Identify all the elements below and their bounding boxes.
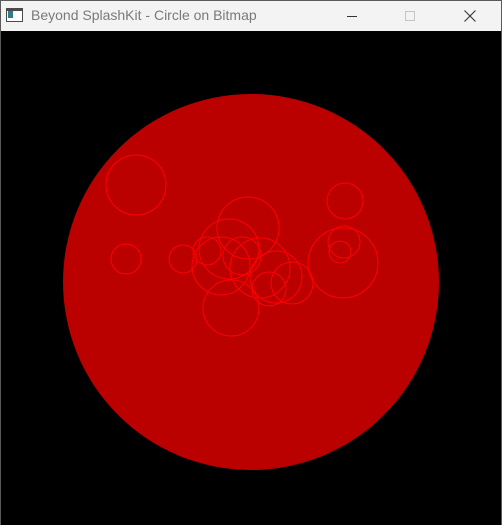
close-button[interactable] (447, 1, 493, 31)
maximize-button (387, 1, 433, 31)
app-window: Beyond SplashKit - Circle on Bitmap (0, 0, 502, 525)
drawing-canvas[interactable] (1, 31, 501, 525)
title-bar[interactable]: Beyond SplashKit - Circle on Bitmap (1, 1, 501, 31)
app-window-icon (6, 8, 23, 22)
minimize-button[interactable] (329, 1, 375, 31)
main-filled-circle (63, 94, 439, 470)
maximize-icon (405, 11, 415, 21)
minimize-icon (347, 15, 357, 17)
canvas-drawing (63, 94, 439, 470)
window-title: Beyond SplashKit - Circle on Bitmap (31, 7, 257, 23)
close-icon (464, 10, 476, 22)
